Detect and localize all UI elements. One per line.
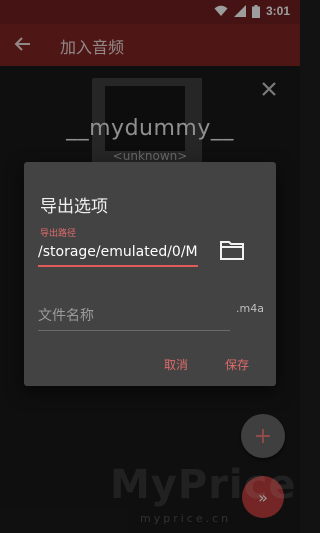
dialog-title: 导出选项	[40, 197, 108, 217]
save-button[interactable]: 保存	[225, 356, 249, 373]
export-options-dialog: 导出选项 导出路径 .m4a 取消 保存	[24, 162, 276, 386]
cancel-button[interactable]: 取消	[164, 356, 188, 373]
export-path-input[interactable]	[38, 239, 198, 267]
file-name-input[interactable]	[38, 302, 230, 331]
file-extension: .m4a	[236, 302, 264, 315]
export-path-label: 导出路径	[40, 229, 77, 239]
folder-icon[interactable]	[220, 240, 244, 260]
